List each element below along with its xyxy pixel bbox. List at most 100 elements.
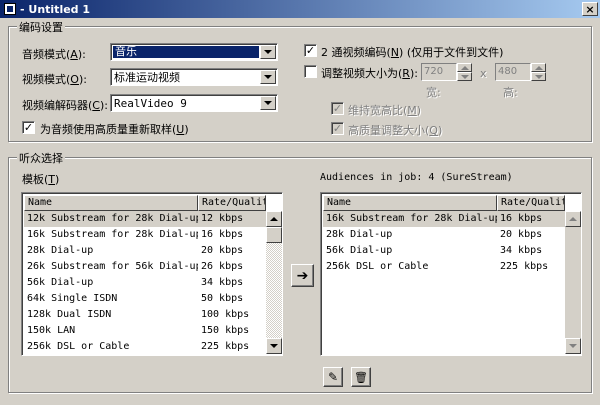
audience-rate: 34 kbps	[500, 245, 543, 256]
audience-rate: 50 kbps	[201, 293, 244, 304]
chevron-down-icon[interactable]	[260, 45, 276, 59]
audience-name: 256k DSL or Cable	[27, 341, 130, 352]
height-caption: 高:	[503, 86, 518, 99]
chevron-down-icon[interactable]	[260, 70, 276, 84]
audience-rate: 225 kbps	[500, 261, 549, 272]
audience-rate: 16 kbps	[201, 229, 244, 240]
column-header-name[interactable]: Name	[24, 195, 198, 211]
video-codec-select[interactable]: RealVideo 9	[110, 94, 278, 112]
template-list[interactable]: Name Rate/Quality 12k Substream for 28k …	[21, 192, 283, 356]
list-item[interactable]: 256k DSL or Cable 225 kbps	[24, 339, 266, 355]
two-pass-label: 2 通视频编码(N) (仅用于文件到文件)	[321, 46, 504, 59]
resize-label: 调整视频大小为(R):	[321, 67, 418, 80]
template-list-header: Name Rate/Quality	[24, 195, 266, 211]
scroll-thumb[interactable]	[266, 227, 282, 243]
title-bar: - Untitled 1 ×	[0, 0, 600, 18]
job-list-header: Name Rate/Quality	[323, 195, 565, 211]
width-caption: 宽:	[426, 86, 441, 99]
scroll-down-icon[interactable]	[565, 338, 581, 354]
trash-icon: 🗑	[354, 370, 368, 384]
spin-up-icon[interactable]	[531, 63, 546, 72]
add-audience-button[interactable]: ➔	[291, 264, 314, 287]
job-rows: 16k Substream for 28k Dial-up 16 kbps 28k …	[323, 211, 565, 275]
audience-rate: 26 kbps	[201, 261, 244, 272]
audiences-in-job-label: Audiences in job: 4 (SureStream)	[320, 172, 513, 183]
video-mode-select[interactable]: 标准运动视频	[110, 68, 278, 86]
template-label: 模板(T)	[22, 173, 60, 186]
chevron-down-icon[interactable]	[260, 96, 276, 110]
list-item[interactable]: 28k Dial-up 20 kbps	[24, 243, 266, 259]
list-item[interactable]: 56k Dial-up 34 kbps	[323, 243, 565, 259]
scroll-up-icon[interactable]	[266, 211, 282, 227]
audience-rate: 12 kbps	[201, 213, 244, 224]
resize-checkbox[interactable]	[304, 65, 317, 78]
close-icon: ×	[585, 2, 595, 16]
audience-rate: 16 kbps	[500, 213, 543, 224]
app-icon	[4, 3, 16, 15]
list-item[interactable]: 26k Substream for 56k Dial-up 26 kbps	[24, 259, 266, 275]
list-item[interactable]: 16k Substream for 28k Dial-up 16 kbps	[24, 227, 266, 243]
audience-rate: 100 kbps	[201, 309, 250, 320]
height-input[interactable]: 480	[495, 63, 531, 81]
audience-name: 56k Dial-up	[326, 245, 393, 256]
audience-name: 150k LAN	[27, 325, 76, 336]
list-item[interactable]: 256k DSL or Cable 225 kbps	[323, 259, 565, 275]
video-mode-label: 视频模式(O):	[22, 73, 87, 86]
resample-checkbox[interactable]: ✓	[22, 121, 35, 134]
pencil-icon: ✎	[327, 370, 339, 384]
audience-name: 12k Substream for 28k Dial-up	[27, 213, 198, 224]
spin-up-icon[interactable]	[457, 63, 472, 72]
audience-name: 26k Substream for 56k Dial-up	[27, 261, 198, 272]
audio-mode-label: 音频模式(A):	[22, 48, 86, 61]
template-scrollbar[interactable]	[266, 211, 282, 354]
audience-name: 28k Dial-up	[326, 229, 393, 240]
audience-name: 56k Dial-up	[27, 277, 94, 288]
spin-down-icon[interactable]	[531, 72, 546, 81]
audience-rate: 20 kbps	[500, 229, 543, 240]
audience-name: 28k Dial-up	[27, 245, 94, 256]
width-spinner[interactable]	[457, 63, 472, 81]
delete-audience-button[interactable]: 🗑	[351, 367, 371, 387]
keep-aspect-checkbox[interactable]: ✓	[331, 102, 344, 115]
list-item[interactable]: 16k Substream for 28k Dial-up 16 kbps	[323, 211, 565, 227]
job-audience-list[interactable]: Name Rate/Quality 16k Substream for 28k …	[320, 192, 582, 356]
close-button[interactable]: ×	[582, 2, 598, 16]
list-item[interactable]: 150k LAN 150 kbps	[24, 323, 266, 339]
list-item[interactable]: 28k Dial-up 20 kbps	[323, 227, 565, 243]
list-item[interactable]: 12k Substream for 28k Dial-up 12 kbps	[24, 211, 266, 227]
audience-name: 128k Dual ISDN	[27, 309, 112, 320]
resample-label: 为音频使用高质量重新取样(U)	[40, 123, 189, 136]
column-header-rate[interactable]: Rate/Quality	[497, 195, 565, 211]
height-spinner[interactable]	[531, 63, 546, 81]
two-pass-checkbox[interactable]: ✓	[304, 44, 317, 57]
size-separator: x	[480, 67, 487, 80]
audio-mode-value: 音乐	[113, 46, 259, 58]
list-item[interactable]: 56k Dial-up 34 kbps	[24, 275, 266, 291]
column-header-name[interactable]: Name	[323, 195, 497, 211]
hq-resize-checkbox[interactable]: ✓	[331, 122, 344, 135]
list-item[interactable]: 128k Dual ISDN 100 kbps	[24, 307, 266, 323]
arrow-right-icon: ➔	[296, 267, 309, 284]
list-item[interactable]: 64k Single ISDN 50 kbps	[24, 291, 266, 307]
audience-rate: 225 kbps	[201, 341, 250, 352]
spin-down-icon[interactable]	[457, 72, 472, 81]
scroll-up-icon[interactable]	[565, 211, 581, 227]
video-codec-label: 视频编解码器(C):	[22, 99, 108, 112]
keep-aspect-label: 维持宽高比(M)	[348, 104, 422, 117]
scroll-down-icon[interactable]	[266, 338, 282, 354]
hq-resize-label: 高质量调整大小(Q)	[348, 124, 443, 137]
audio-mode-select[interactable]: 音乐	[110, 43, 278, 61]
audience-name: 256k DSL or Cable	[326, 261, 429, 272]
template-rows: 12k Substream for 28k Dial-up 12 kbps 16k …	[24, 211, 266, 355]
edit-audience-button[interactable]: ✎	[323, 367, 343, 387]
window-title: - Untitled 1	[20, 2, 91, 16]
encoding-settings-title: 编码设置	[17, 19, 65, 35]
job-scrollbar[interactable]	[565, 211, 581, 354]
audience-rate: 20 kbps	[201, 245, 244, 256]
audience-rate: 150 kbps	[201, 325, 250, 336]
audience-name: 16k Substream for 28k Dial-up	[326, 213, 497, 224]
audience-group-title: 听众选择	[17, 150, 65, 166]
audience-name: 64k Single ISDN	[27, 293, 118, 304]
width-input[interactable]: 720	[421, 63, 457, 81]
column-header-rate[interactable]: Rate/Quality	[198, 195, 266, 211]
